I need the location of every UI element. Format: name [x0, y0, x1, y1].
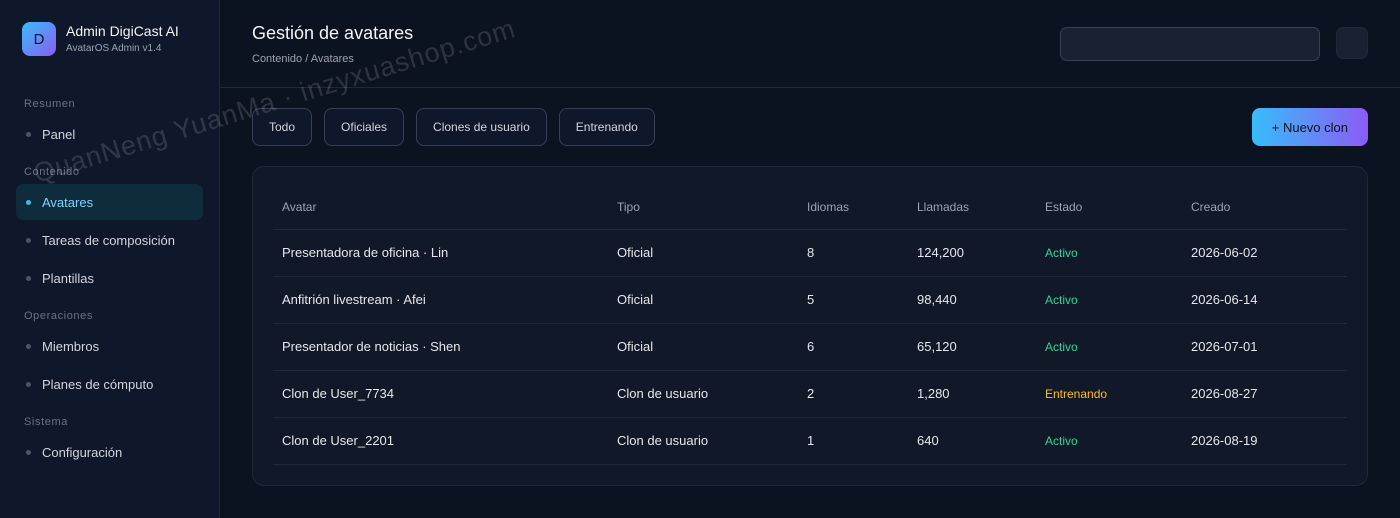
bullet-icon: [26, 343, 31, 349]
avatars-table: Avatar Tipo Idiomas Llamadas Estado Crea…: [273, 185, 1347, 465]
cell-tipo: Oficial: [617, 323, 807, 371]
cell-creado: 2026-06-14: [1191, 276, 1347, 324]
table-row[interactable]: Presentador de noticias · Shen Oficial 6…: [273, 323, 1347, 371]
cell-llamadas: 65,120: [917, 323, 1045, 371]
filter-entrenando[interactable]: Entrenando: [558, 108, 655, 146]
bullet-icon: [26, 199, 31, 205]
column-header: Idiomas: [807, 185, 917, 230]
page-header: Gestión de avatares Contenido / Avatares: [220, 0, 1400, 88]
status-badge: Activo: [1045, 246, 1078, 260]
sidebar-item-plantillas[interactable]: Plantillas: [16, 260, 203, 296]
nav-group-label: Operaciones: [24, 310, 93, 322]
cell-tipo: Clon de usuario: [617, 417, 807, 465]
sidebar: D Admin DigiCast AI AvatarOS Admin v1.4 …: [0, 0, 220, 518]
sidebar-item-label: Panel: [42, 126, 76, 142]
sidebar-item-panel[interactable]: Panel: [16, 116, 203, 152]
sidebar-item-label: Configuración: [42, 444, 123, 460]
status-badge: Activo: [1045, 434, 1078, 448]
bullet-icon: [26, 381, 31, 387]
cell-avatar: Anfitrión livestream · Afei: [273, 276, 617, 324]
cell-tipo: Clon de usuario: [617, 370, 807, 418]
sidebar-item-avatares[interactable]: Avatares: [16, 184, 203, 220]
status-cell: Activo: [1045, 229, 1191, 277]
cell-llamadas: 124,200: [917, 229, 1045, 277]
filter-oficiales[interactable]: Oficiales: [324, 108, 405, 146]
cell-llamadas: 98,440: [917, 276, 1045, 324]
bullet-icon: [26, 237, 31, 243]
cell-llamadas: 640: [917, 417, 1045, 465]
cell-creado: 2026-07-01: [1191, 323, 1347, 371]
cell-avatar: Presentador de noticias · Shen: [273, 323, 617, 371]
bullet-icon: [26, 449, 31, 455]
sidebar-item-label: Planes de cómputo: [42, 376, 154, 392]
column-header: Estado: [1045, 185, 1191, 230]
brand-subtitle: AvatarOS Admin v1.4: [66, 43, 162, 54]
sidebar-item-tareas[interactable]: Tareas de composición: [16, 222, 203, 258]
main-content: Gestión de avatares Contenido / Avatares…: [220, 0, 1400, 518]
nav-group-resumen: Resumen Panel: [16, 94, 203, 152]
cell-idiomas: 6: [807, 323, 917, 371]
cell-avatar: Clon de User_2201: [273, 417, 617, 465]
column-header: Llamadas: [917, 185, 1045, 230]
table-row[interactable]: Presentadora de oficina · Lin Oficial 8 …: [273, 229, 1347, 277]
table-row[interactable]: Clon de User_7734 Clon de usuario 2 1,28…: [273, 370, 1347, 418]
filter-todo[interactable]: Todo: [252, 108, 313, 146]
cell-avatar: Clon de User_7734: [273, 370, 617, 418]
brand: D Admin DigiCast AI AvatarOS Admin v1.4: [16, 22, 203, 56]
status-cell: Entrenando: [1045, 370, 1191, 418]
nav-group-sistema: Sistema Configuración: [16, 412, 203, 470]
new-clone-button[interactable]: + Nuevo clon: [1251, 108, 1368, 146]
filter-group: Todo Oficiales Clones de usuario Entrena…: [252, 108, 655, 146]
sidebar-item-label: Tareas de composición: [42, 232, 175, 248]
cell-creado: 2026-08-27: [1191, 370, 1347, 418]
avatars-table-card: Avatar Tipo Idiomas Llamadas Estado Crea…: [252, 166, 1368, 486]
column-header: Tipo: [617, 185, 807, 230]
page-title: Gestión de avatares: [252, 23, 414, 43]
sidebar-item-configuracion[interactable]: Configuración: [16, 434, 203, 470]
filter-clones[interactable]: Clones de usuario: [416, 108, 547, 146]
search-input[interactable]: [1060, 27, 1320, 61]
nav-group-label: Resumen: [24, 98, 76, 110]
nav-group-operaciones: Operaciones Miembros Planes de cómputo: [16, 306, 203, 402]
cell-idiomas: 5: [807, 276, 917, 324]
nav-group-contenido: Contenido Avatares Tareas de composición…: [16, 162, 203, 296]
sidebar-item-miembros[interactable]: Miembros: [16, 328, 203, 364]
breadcrumb: Contenido / Avatares: [252, 53, 354, 65]
cell-idiomas: 1: [807, 417, 917, 465]
brand-logo: D: [22, 22, 56, 56]
status-badge: Activo: [1045, 340, 1078, 354]
cell-tipo: Oficial: [617, 229, 807, 277]
cell-tipo: Oficial: [617, 276, 807, 324]
status-cell: Activo: [1045, 276, 1191, 324]
column-header: Creado: [1191, 185, 1347, 230]
toolbar: Todo Oficiales Clones de usuario Entrena…: [220, 108, 1400, 146]
sidebar-item-label: Avatares: [42, 194, 94, 210]
bullet-icon: [26, 131, 31, 137]
table-header-row: Avatar Tipo Idiomas Llamadas Estado Crea…: [273, 185, 1347, 230]
bullet-icon: [26, 275, 31, 281]
cell-idiomas: 2: [807, 370, 917, 418]
status-badge: Activo: [1045, 293, 1078, 307]
cell-idiomas: 8: [807, 229, 917, 277]
nav-group-label: Sistema: [24, 416, 68, 428]
cell-llamadas: 1,280: [917, 370, 1045, 418]
nav-group-label: Contenido: [24, 166, 80, 178]
table-row[interactable]: Anfitrión livestream · Afei Oficial 5 98…: [273, 276, 1347, 324]
sidebar-item-label: Miembros: [42, 338, 100, 354]
table-row[interactable]: Clon de User_2201 Clon de usuario 1 640 …: [273, 417, 1347, 465]
cell-creado: 2026-08-19: [1191, 417, 1347, 465]
cell-avatar: Presentadora de oficina · Lin: [273, 229, 617, 277]
status-cell: Activo: [1045, 417, 1191, 465]
header-action-button[interactable]: [1336, 27, 1368, 59]
status-badge: Entrenando: [1045, 387, 1108, 401]
brand-name: Admin DigiCast AI: [66, 23, 179, 39]
sidebar-item-label: Plantillas: [42, 270, 95, 286]
sidebar-item-planes[interactable]: Planes de cómputo: [16, 366, 203, 402]
status-cell: Activo: [1045, 323, 1191, 371]
cell-creado: 2026-06-02: [1191, 229, 1347, 277]
column-header: Avatar: [273, 185, 617, 230]
